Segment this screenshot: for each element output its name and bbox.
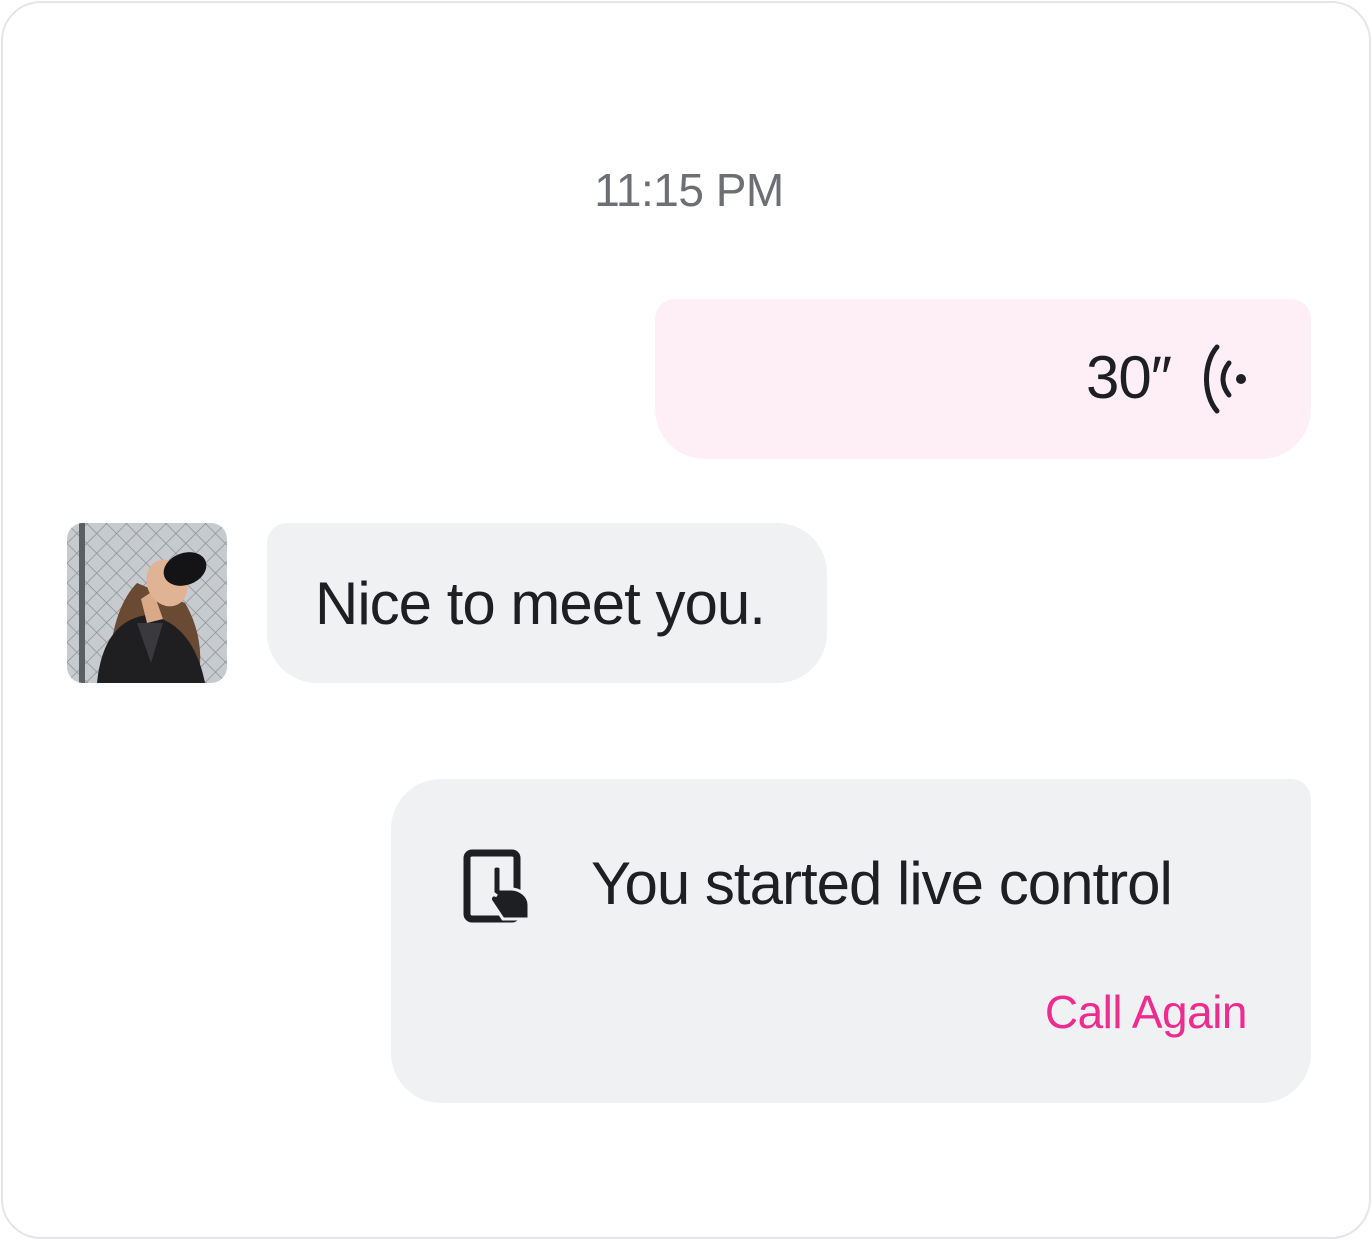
voice-duration: 30″: [1086, 344, 1172, 411]
voice-wave-icon: [1204, 344, 1246, 414]
message-timestamp: 11:15 PM: [594, 164, 784, 216]
live-control-text: You started live control: [591, 850, 1173, 917]
incoming-message-bubble[interactable]: Nice to meet you.: [267, 523, 827, 683]
voice-message-bubble[interactable]: 30″: [655, 299, 1311, 459]
call-again-button[interactable]: Call Again: [1045, 985, 1248, 1039]
chat-window: 11:15 PM 30″ Nice to meet you. You start…: [1, 1, 1371, 1239]
tablet-touch-icon: [463, 849, 531, 923]
message-text: Nice to meet you.: [315, 570, 766, 637]
live-control-bubble: You started live control Call Again: [391, 779, 1311, 1103]
avatar[interactable]: [67, 523, 227, 683]
avatar-photo: [67, 523, 227, 683]
